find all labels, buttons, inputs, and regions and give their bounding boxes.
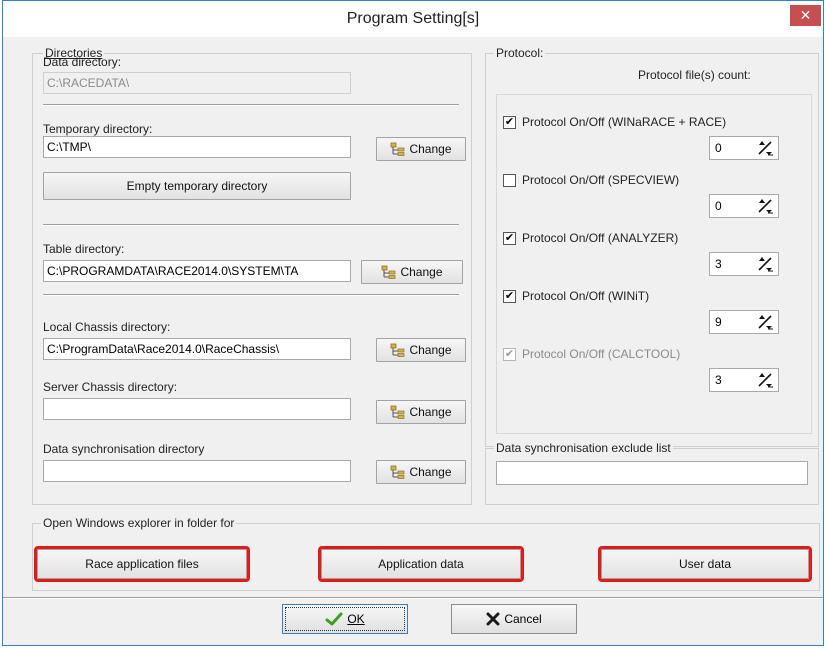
protocol-item-label[interactable]: Protocol On/Off (SPECVIEW) bbox=[522, 173, 679, 187]
protocol-count-label: Protocol file(s) count: bbox=[638, 68, 751, 82]
data-sync-change-button[interactable]: Change bbox=[376, 460, 466, 484]
protocol-checkbox[interactable]: ✔ bbox=[503, 232, 516, 245]
protocol-group: Protocol: Protocol file(s) count: ✔ Proto… bbox=[485, 46, 819, 447]
temporary-directory-field[interactable]: C:\TMP\ bbox=[43, 136, 351, 158]
check-icon bbox=[325, 612, 343, 626]
protocol-item-label[interactable]: Protocol On/Off (ANALYZER) bbox=[522, 231, 678, 245]
data-sync-directory-label: Data synchronisation directory bbox=[43, 442, 205, 456]
temporary-directory-label: Temporary directory: bbox=[43, 122, 153, 136]
protocol-item: Protocol On/Off (SPECVIEW) 0 bbox=[497, 166, 813, 224]
footer-separator bbox=[3, 597, 823, 599]
local-chassis-change-button[interactable]: Change bbox=[376, 338, 466, 362]
application-data-button[interactable]: Application data bbox=[318, 546, 524, 582]
ok-button[interactable]: OK bbox=[282, 604, 408, 634]
data-directory-field: C:\RACEDATA\ bbox=[43, 72, 351, 94]
data-sync-directory-field[interactable] bbox=[43, 460, 351, 482]
close-button[interactable]: ✕ bbox=[790, 5, 821, 26]
spin-arrows-icon[interactable] bbox=[756, 313, 774, 331]
race-application-files-button[interactable]: Race application files bbox=[34, 546, 250, 582]
spin-arrows-icon[interactable] bbox=[756, 139, 774, 157]
program-settings-window: Program Setting[s] ✕ Directories Data di… bbox=[2, 0, 824, 646]
separator bbox=[43, 104, 459, 106]
table-directory-field[interactable]: C:\PROGRAMDATA\RACE2014.0\SYSTEM\TA bbox=[43, 260, 351, 282]
user-data-button[interactable]: User data bbox=[598, 546, 812, 582]
protocol-count-value[interactable]: 0 bbox=[715, 199, 722, 213]
server-chassis-directory-label: Server Chassis directory: bbox=[43, 380, 178, 394]
protocol-item: ✔ Protocol On/Off (WINiT) 9 bbox=[497, 282, 813, 340]
protocol-count-value[interactable]: 3 bbox=[715, 257, 722, 271]
data-directory-label: Data directory: bbox=[43, 55, 122, 69]
protocol-count-spinner[interactable]: 0 bbox=[709, 136, 779, 160]
separator bbox=[43, 224, 459, 226]
folder-tree-icon bbox=[391, 142, 405, 156]
exclude-group-title: Data synchronisation exclude list bbox=[494, 441, 673, 455]
protocol-item-label[interactable]: Protocol On/Off (WINaRACE + RACE) bbox=[522, 115, 726, 129]
server-chassis-directory-field[interactable] bbox=[43, 398, 351, 420]
protocol-item: ✔ Protocol On/Off (WINaRACE + RACE) 0 bbox=[497, 108, 813, 166]
protocol-checkbox[interactable]: ✔ bbox=[503, 116, 516, 129]
exclude-group: Data synchronisation exclude list bbox=[485, 441, 819, 505]
protocol-count-value[interactable]: 3 bbox=[715, 373, 722, 387]
table-change-button[interactable]: Change bbox=[361, 260, 463, 284]
protocol-count-spinner[interactable]: 9 bbox=[709, 310, 779, 334]
folder-tree-icon bbox=[391, 343, 405, 357]
temporary-change-button[interactable]: Change bbox=[376, 137, 466, 161]
protocol-item: ✔ Protocol On/Off (ANALYZER) 3 bbox=[497, 224, 813, 282]
separator bbox=[43, 294, 459, 296]
spin-arrows-icon[interactable] bbox=[756, 197, 774, 215]
window-title: Program Setting[s] bbox=[346, 10, 480, 27]
folder-tree-icon bbox=[391, 405, 405, 419]
protocol-count-spinner[interactable]: 0 bbox=[709, 194, 779, 218]
title-bar: Program Setting[s] ✕ bbox=[3, 1, 823, 37]
directories-group: Directories Data directory: C:\RACEDATA\… bbox=[32, 46, 472, 505]
protocol-checkbox[interactable] bbox=[503, 174, 516, 187]
local-chassis-directory-field[interactable]: C:\ProgramData\Race2014.0\RaceChassis\ bbox=[43, 338, 351, 360]
local-chassis-directory-label: Local Chassis directory: bbox=[43, 320, 171, 334]
protocol-checkbox[interactable]: ✔ bbox=[503, 290, 516, 303]
protocol-list: ✔ Protocol On/Off (WINaRACE + RACE) 0 Proto… bbox=[496, 94, 812, 434]
dialog-client-area: Directories Data directory: C:\RACEDATA\… bbox=[3, 37, 823, 645]
protocol-item-label: Protocol On/Off (CALCTOOL) bbox=[522, 347, 681, 361]
exclude-list-field[interactable] bbox=[496, 461, 808, 485]
protocol-item: ✔ Protocol On/Off (CALCTOOL) 3 bbox=[497, 340, 813, 398]
spin-arrows-icon[interactable] bbox=[756, 255, 774, 273]
close-icon[interactable]: ✕ bbox=[800, 7, 812, 23]
protocol-count-value[interactable]: 0 bbox=[715, 141, 722, 155]
protocol-count-value[interactable]: 9 bbox=[715, 315, 722, 329]
protocol-count-spinner[interactable]: 3 bbox=[709, 252, 779, 276]
protocol-item-label[interactable]: Protocol On/Off (WINiT) bbox=[522, 289, 649, 303]
protocol-checkbox: ✔ bbox=[503, 348, 516, 361]
spin-arrows-icon[interactable] bbox=[756, 371, 774, 389]
x-icon bbox=[486, 612, 500, 626]
server-chassis-change-button[interactable]: Change bbox=[376, 400, 466, 424]
explorer-group: Open Windows explorer in folder for Race… bbox=[32, 516, 820, 591]
folder-tree-icon bbox=[382, 265, 396, 279]
empty-temporary-directory-button[interactable]: Empty temporary directory bbox=[43, 172, 351, 200]
table-directory-label: Table directory: bbox=[43, 242, 125, 256]
explorer-group-title: Open Windows explorer in folder for bbox=[41, 516, 237, 530]
protocol-group-title: Protocol: bbox=[494, 46, 546, 60]
cancel-button[interactable]: Cancel bbox=[451, 604, 577, 634]
protocol-count-spinner[interactable]: 3 bbox=[709, 368, 779, 392]
folder-tree-icon bbox=[391, 465, 405, 479]
